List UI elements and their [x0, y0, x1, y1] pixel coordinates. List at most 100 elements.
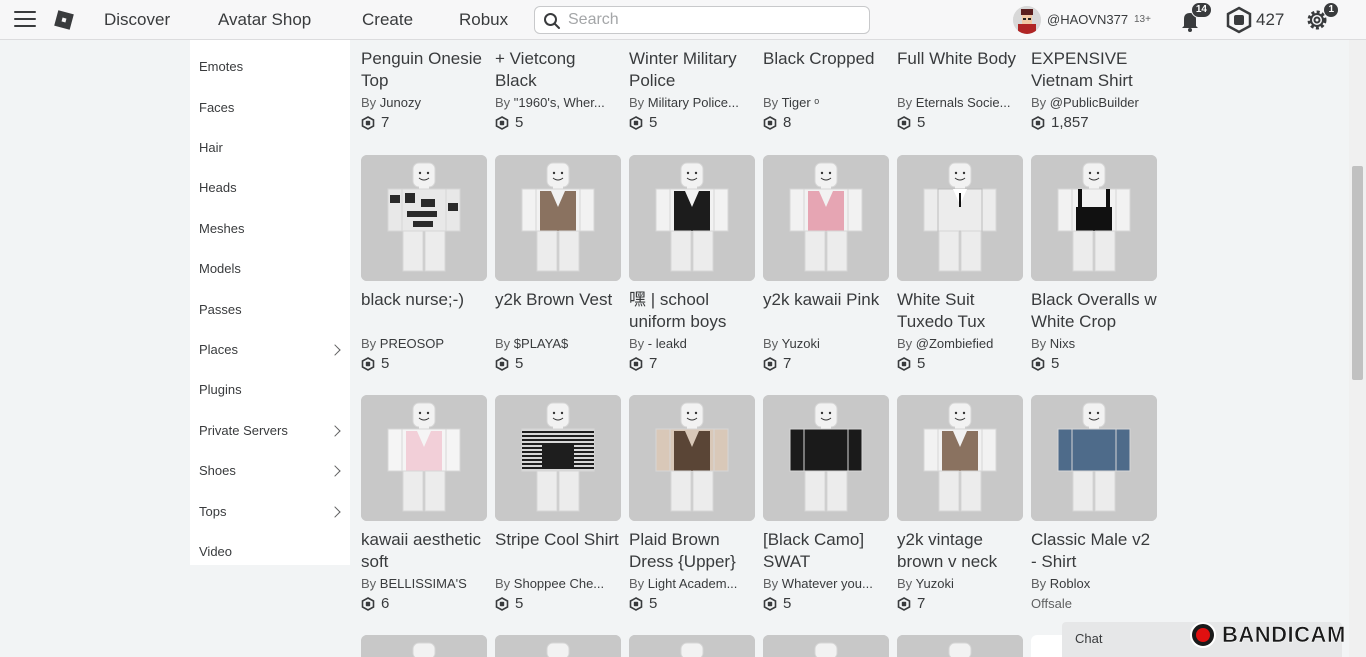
item-card[interactable]: y2k vintage brown v neck By Yuzoki 7: [897, 395, 1023, 612]
creator-link[interactable]: PREOSOP: [380, 336, 444, 351]
creator-link[interactable]: - leakd: [648, 336, 687, 351]
item-thumbnail[interactable]: [629, 635, 755, 657]
item-card[interactable]: Black Overalls w White Crop By Nixs 5: [1031, 155, 1157, 372]
scrollbar-thumb[interactable]: [1352, 166, 1363, 380]
item-card[interactable]: black nurse;-) By PREOSOP 5: [361, 155, 487, 372]
item-thumbnail[interactable]: [897, 395, 1023, 521]
creator-link[interactable]: @Zombiefied: [916, 336, 994, 351]
item-name[interactable]: y2k vintage brown v neck: [897, 529, 1023, 573]
sidebar-item-plugins[interactable]: Plugins: [190, 378, 350, 402]
item-thumbnail[interactable]: [763, 395, 889, 521]
creator-link[interactable]: Yuzoki: [782, 336, 820, 351]
item-thumbnail[interactable]: [495, 395, 621, 521]
item-card[interactable]: 嘿 | school uniform boys By - leakd 7: [629, 155, 755, 372]
robux-balance[interactable]: 427: [1256, 10, 1284, 30]
item-card[interactable]: White Suit Tuxedo Tux By @Zombiefied 5: [897, 155, 1023, 372]
item-name[interactable]: black nurse;-): [361, 289, 487, 333]
creator-link[interactable]: BELLISSIMA'S: [380, 576, 467, 591]
creator-link[interactable]: Whatever you...: [782, 576, 873, 591]
item-card[interactable]: Plaid Brown Dress {Upper} By Light Academ…: [629, 395, 755, 612]
item-name[interactable]: 嘿 | school uniform boys: [629, 289, 755, 333]
item-name[interactable]: y2k Brown Vest: [495, 289, 621, 333]
item-name[interactable]: EXPENSIVE Vietnam Shirt: [1031, 48, 1157, 92]
username[interactable]: @HAOVN377: [1047, 12, 1128, 27]
notifications-button[interactable]: 14: [1176, 2, 1212, 34]
sidebar-item-tops[interactable]: Tops: [190, 500, 350, 524]
settings-button[interactable]: 1: [1303, 2, 1339, 34]
roblox-logo-icon[interactable]: [53, 9, 75, 31]
creator-link[interactable]: Junozy: [380, 95, 421, 110]
item-card[interactable]: Stripe Cool Shirt By Shoppee Che... 5: [495, 395, 621, 612]
item-card[interactable]: [Black Camo] SWAT By Whatever you... 5: [763, 395, 889, 612]
item-name[interactable]: [Black Camo] SWAT: [763, 529, 889, 573]
item-name[interactable]: Black Cropped: [763, 48, 889, 92]
sidebar-item-hair[interactable]: Hair: [190, 136, 350, 160]
item-card[interactable]: Classic Male v2 - Shirt By Roblox Offsale: [1031, 395, 1157, 611]
item-card[interactable]: y2k Brown Vest By $PLAYA$ 5: [495, 155, 621, 372]
item-thumbnail[interactable]: [629, 155, 755, 281]
item-name[interactable]: y2k kawaii Pink: [763, 289, 889, 333]
item-name[interactable]: Plaid Brown Dress {Upper}: [629, 529, 755, 573]
item-thumbnail[interactable]: [495, 155, 621, 281]
creator-link[interactable]: Nixs: [1050, 336, 1075, 351]
item-name[interactable]: Black Overalls w White Crop: [1031, 289, 1157, 333]
creator-link[interactable]: "1960's, Wher...: [514, 95, 605, 110]
sidebar-item-faces[interactable]: Faces: [190, 96, 350, 120]
by-label: By: [361, 95, 377, 110]
item-thumbnail[interactable]: [361, 395, 487, 521]
nav-discover[interactable]: Discover: [104, 10, 170, 30]
item-card[interactable]: y2k kawaii Pink By Yuzoki 7: [763, 155, 889, 372]
item-name[interactable]: Winter Military Police: [629, 48, 755, 92]
item-name[interactable]: kawaii aesthetic soft: [361, 529, 487, 573]
item-name[interactable]: Full White Body: [897, 48, 1023, 92]
creator-link[interactable]: Eternals Socie...: [916, 95, 1011, 110]
nav-avatar-shop[interactable]: Avatar Shop: [218, 10, 311, 30]
item-thumbnail[interactable]: [1031, 155, 1157, 281]
creator-link[interactable]: Military Police...: [648, 95, 739, 110]
sidebar-item-places[interactable]: Places: [190, 338, 350, 362]
nav-create[interactable]: Create: [362, 10, 413, 30]
sidebar-item-emotes[interactable]: Emotes: [190, 55, 350, 79]
item-name[interactable]: Classic Male v2 - Shirt: [1031, 529, 1157, 573]
item-thumbnail[interactable]: [897, 635, 1023, 657]
sidebar-item-label: Passes: [199, 302, 242, 317]
robux-button[interactable]: [1225, 6, 1253, 34]
robux-icon: [629, 356, 643, 371]
item-thumbnail[interactable]: [629, 395, 755, 521]
category-sidebar: Emotes Faces Hair Heads Meshes Models Passes Pl…: [190, 40, 350, 565]
sidebar-item-private-servers[interactable]: Private Servers: [190, 419, 350, 443]
sidebar-item-video[interactable]: Video: [190, 540, 350, 564]
nav-robux[interactable]: Robux: [459, 10, 508, 30]
item-thumbnail[interactable]: [763, 635, 889, 657]
sidebar-item-passes[interactable]: Passes: [190, 298, 350, 322]
item-thumbnail[interactable]: [361, 635, 487, 657]
avatar[interactable]: [1013, 6, 1041, 34]
creator-link[interactable]: @PublicBuilder: [1050, 95, 1139, 110]
creator-link[interactable]: Light Academ...: [648, 576, 738, 591]
menu-icon[interactable]: [14, 11, 36, 29]
item-thumbnail[interactable]: [763, 155, 889, 281]
sidebar-item-meshes[interactable]: Meshes: [190, 217, 350, 241]
robux-icon: [763, 115, 777, 130]
item-thumbnail[interactable]: [897, 155, 1023, 281]
creator-link[interactable]: Tiger ᵒ: [782, 95, 820, 110]
sidebar-item-shoes[interactable]: Shoes: [190, 459, 350, 483]
item-card[interactable]: kawaii aesthetic soft By BELLISSIMA'S 6: [361, 395, 487, 612]
item-creator: By Eternals Socie...: [897, 95, 1023, 110]
creator-link[interactable]: Shoppee Che...: [514, 576, 604, 591]
creator-link[interactable]: Yuzoki: [916, 576, 954, 591]
item-name[interactable]: Penguin Onesie Top: [361, 48, 487, 92]
item-name[interactable]: + Vietcong Black: [495, 48, 621, 92]
item-name[interactable]: Stripe Cool Shirt: [495, 529, 621, 573]
creator-link[interactable]: Roblox: [1050, 576, 1090, 591]
item-thumbnail[interactable]: [495, 635, 621, 657]
search-input[interactable]: [568, 10, 858, 30]
item-name[interactable]: White Suit Tuxedo Tux: [897, 289, 1023, 333]
search-icon[interactable]: [543, 12, 561, 30]
sidebar-item-models[interactable]: Models: [190, 257, 350, 281]
item-price: 5: [361, 355, 487, 372]
item-thumbnail[interactable]: [361, 155, 487, 281]
creator-link[interactable]: $PLAYA$: [514, 336, 568, 351]
sidebar-item-heads[interactable]: Heads: [190, 176, 350, 200]
item-thumbnail[interactable]: [1031, 395, 1157, 521]
